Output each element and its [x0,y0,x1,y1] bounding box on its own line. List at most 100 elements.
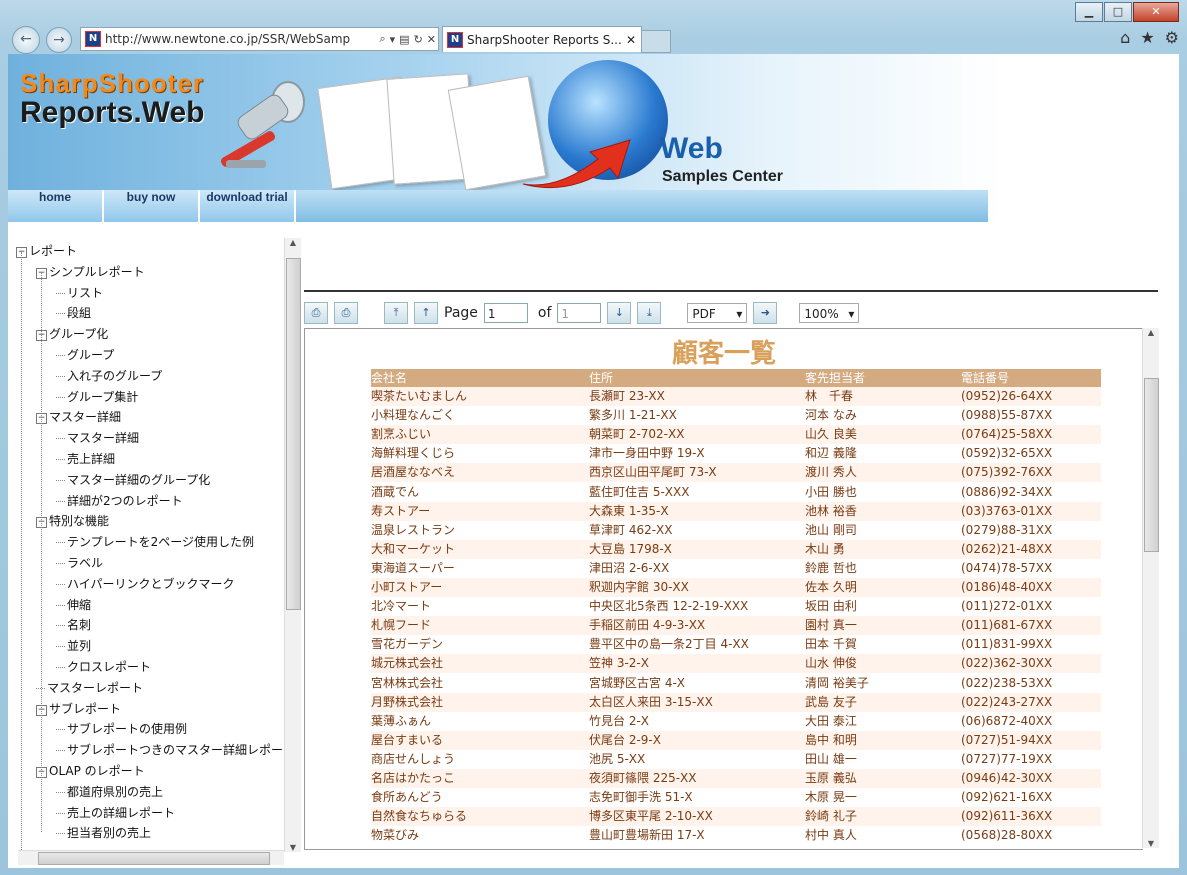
menu-home[interactable]: home [8,190,104,222]
print-icon[interactable]: ⎙ [304,302,328,324]
new-tab-button[interactable] [641,30,671,53]
tree-item[interactable]: サブレポートつきのマスター詳細レポート [56,741,295,759]
dropdown-chevron-icon[interactable]: ▾ [388,33,398,46]
scroll-up-arrow-icon[interactable]: ▲ [1143,328,1159,337]
favorites-star-icon[interactable]: ★ [1140,28,1154,47]
tree-item[interactable]: サブレポートの使用例 [56,720,187,738]
browser-tab-active[interactable]: N SharpShooter Reports S... ✕ [442,26,642,52]
table-row: 大和マーケット 大豆島 1798-X 木山 勇 (0262)21-48XX [371,539,1101,559]
next-page-icon[interactable]: ↓ [607,302,632,324]
cell-phone: (011)681-67XX [961,618,1053,633]
red-arrow-illustration [522,139,631,189]
export-icon[interactable]: ➜ [753,302,778,324]
tree-connector [56,812,65,814]
tree-item[interactable]: 名刺 [56,616,91,634]
tree-item-label: サブレポートの使用例 [67,722,188,737]
tree-item[interactable]: グループ [56,346,114,364]
address-url[interactable]: http://www.newtone.co.jp/SSR/WebSamp [105,32,377,46]
first-page-icon[interactable]: ⤒ [384,302,408,324]
tree-item[interactable]: マスター詳細のグループ化 [56,471,210,489]
tree-connector [56,667,65,668]
tree-item-label: マスター詳細のグループ化 [67,472,211,487]
tree-item[interactable]: − マスター詳細 [36,408,121,426]
tree-scroll-thumb[interactable] [286,258,301,610]
cell-phone: (011)831-99XX [961,637,1053,652]
tree-item[interactable]: − グループ化 [36,325,108,343]
tree-item[interactable]: クロスレポート [56,658,151,676]
home-icon[interactable]: ⌂ [1120,28,1130,47]
scroll-down-arrow-icon[interactable]: ▼ [285,843,301,852]
forward-button[interactable]: → [46,27,72,53]
report-scroll-thumb[interactable] [1144,378,1159,552]
cell-phone: (03)3763-01XX [961,503,1053,518]
minimize-button[interactable]: ▁ [1075,2,1103,22]
logo-line2: Reports.Web [20,96,205,129]
cell-address: 太白区人来田 3-15-XX [589,694,713,709]
tree-item[interactable]: リスト [56,284,103,302]
cell-phone: (0886)92-34XX [961,484,1053,499]
tree-hscroll-thumb[interactable] [38,852,270,865]
menu-download-trial[interactable]: download trial [200,190,296,222]
maximize-button[interactable]: □ [1104,2,1132,22]
scroll-down-arrow-icon[interactable]: ▼ [1143,839,1159,848]
tree-item[interactable]: 段組 [56,304,91,322]
scroll-up-arrow-icon[interactable]: ▲ [285,238,301,247]
last-page-icon[interactable]: ⤓ [637,302,662,324]
close-window-button[interactable]: ✕ [1133,2,1179,22]
tree-connector [56,355,65,356]
refresh-icon[interactable]: ↻ [412,33,425,46]
tree-item[interactable]: − OLAP のレポート [36,762,145,780]
tree-item[interactable]: − シンプルレポート [36,263,145,281]
tree-item[interactable]: 都道府県別の売上 [56,783,163,801]
tree-item-label: ラベル [67,556,104,570]
settings-gear-icon[interactable]: ⚙ [1165,28,1179,47]
tree-item-label: マスター詳細 [49,410,122,425]
cell-address: 志免町御手洗 51-X [589,790,693,805]
tree-item[interactable]: 伸縮 [56,596,91,614]
export-format-select[interactable]: PDF ▾ [687,303,748,323]
tree-item[interactable]: マスター詳細 [56,429,139,447]
tree-item[interactable]: 入れ子のグループ [56,367,162,385]
tree-guide-line [41,272,42,832]
tree-item[interactable]: 担当者別の売上 [56,824,151,842]
cell-company: 喫茶たいむましん [371,389,468,403]
cell-phone: (0474)78-57XX [961,560,1053,575]
report-vertical-scrollbar[interactable]: ▲ ▼ [1142,328,1159,848]
tree-item[interactable]: − レポート [16,242,77,260]
compatibility-view-icon[interactable]: ▤ [397,33,411,46]
address-bar[interactable]: N http://www.newtone.co.jp/SSR/WebSamp ⌕… [80,27,439,51]
tree-item[interactable]: ラベル [56,554,103,572]
tree-item[interactable]: 売上詳細 [56,450,115,468]
close-tab-icon[interactable]: ✕ [621,33,641,47]
search-icon[interactable]: ⌕ [377,32,387,46]
tree-vertical-scrollbar[interactable]: ▲ ▼ [284,238,301,852]
page-number-input[interactable]: 1 [483,303,528,323]
tree-item[interactable]: グループ集計 [56,388,138,406]
cell-address: 釈迦内字館 30-XX [589,580,689,594]
zoom-select[interactable]: 100% ▾ [799,303,860,323]
browser-window: ▁ □ ✕ ← → N http://www.newtone.co.jp/SSR… [0,0,1187,875]
tree-horizontal-scrollbar[interactable] [18,850,284,865]
tree-item[interactable]: テンプレートを2ページ使用した例 [56,533,254,551]
cell-company: 居酒屋ななべえ [371,465,456,480]
tree-item[interactable]: 詳細が2つのレポート [56,492,183,510]
menu-buy-now[interactable]: buy now [104,190,200,222]
cell-address: 竹見台 2-X [589,713,650,728]
back-button[interactable]: ← [12,26,40,54]
tree-item[interactable]: 並列 [56,637,91,655]
cell-address: 豊平区中の島一条2丁目 4-XX [589,637,749,652]
tree-item[interactable]: 売上の詳細レポート [56,804,175,822]
tree-item[interactable]: − 特別な機能 [36,512,109,530]
cell-address: 池尻 5-XX [589,751,646,766]
tree-item[interactable]: − サブレポート [36,700,121,718]
previous-page-icon[interactable]: ↑ [414,302,438,324]
cell-company: 宮林株式会社 [371,675,444,690]
tree-item[interactable]: ハイパーリンクとブックマーク [56,575,235,593]
table-row: 北冷マート 中央区北5条西 12-2-19-XXX 坂田 由利 (011)272-01… [371,597,1101,617]
cell-company: 葉薄ふぁん [371,713,432,728]
tree-item[interactable]: マスターレポート [36,679,143,697]
stop-icon[interactable]: ✕ [425,33,438,46]
report-page: 顧客一覧 会社名 住所 客先担当者 電話番号 喫茶たいむましん 長瀬町 23-XX… [304,328,1143,850]
tree-item-label: 詳細が2つのレポート [67,493,183,508]
print-preview-icon[interactable]: ⎙ [334,302,358,324]
